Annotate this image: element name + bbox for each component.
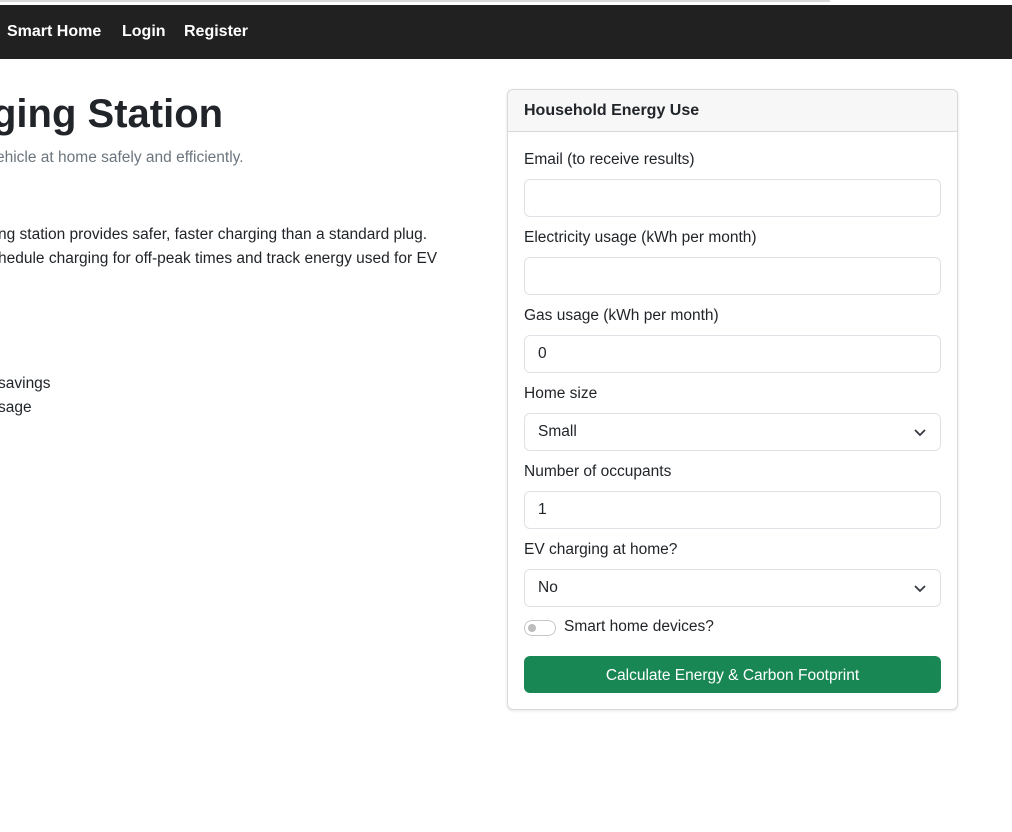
home-size-label: Home size (524, 385, 598, 402)
ev-charging-value: No (538, 579, 558, 596)
page-title: ging Station (0, 92, 224, 136)
nav-link-register[interactable]: Register (184, 23, 248, 41)
occupants-label: Number of occupants (524, 463, 672, 480)
ev-charging-select[interactable]: No (524, 569, 941, 607)
nav-link-smart-home[interactable]: Smart Home (7, 23, 101, 41)
calculate-button[interactable]: Calculate Energy & Carbon Footprint (524, 656, 941, 693)
occupants-field[interactable] (524, 491, 941, 529)
home-size-value: Small (538, 423, 577, 440)
email-label: Email (to receive results) (524, 151, 695, 168)
electricity-field[interactable] (524, 257, 941, 295)
scroll-indicator (0, 0, 830, 2)
chevron-down-icon (914, 585, 926, 593)
gas-field[interactable] (524, 335, 941, 373)
nav-link-login[interactable]: Login (122, 23, 166, 41)
energy-form-card: Household Energy Use Email (to receive r… (507, 89, 958, 710)
page-subtitle: ehicle at home safely and efficiently. (0, 149, 244, 166)
card-header: Household Energy Use (508, 90, 957, 132)
navbar: Smart Home Login Register (0, 5, 1012, 59)
list-item: sage (0, 399, 32, 416)
description-line-1: ng station provides safer, faster chargi… (0, 226, 428, 243)
chevron-down-icon (914, 429, 926, 437)
home-size-select[interactable]: Small (524, 413, 941, 451)
smart-devices-label: Smart home devices? (564, 618, 714, 635)
electricity-label: Electricity usage (kWh per month) (524, 229, 757, 246)
ev-charging-label: EV charging at home? (524, 541, 678, 558)
description-line-2: hedule charging for off-peak times and t… (0, 250, 438, 267)
email-field[interactable] (524, 179, 941, 217)
gas-label: Gas usage (kWh per month) (524, 307, 719, 324)
smart-devices-toggle[interactable] (524, 620, 556, 636)
toggle-knob (528, 624, 536, 632)
list-item: savings (0, 375, 51, 392)
